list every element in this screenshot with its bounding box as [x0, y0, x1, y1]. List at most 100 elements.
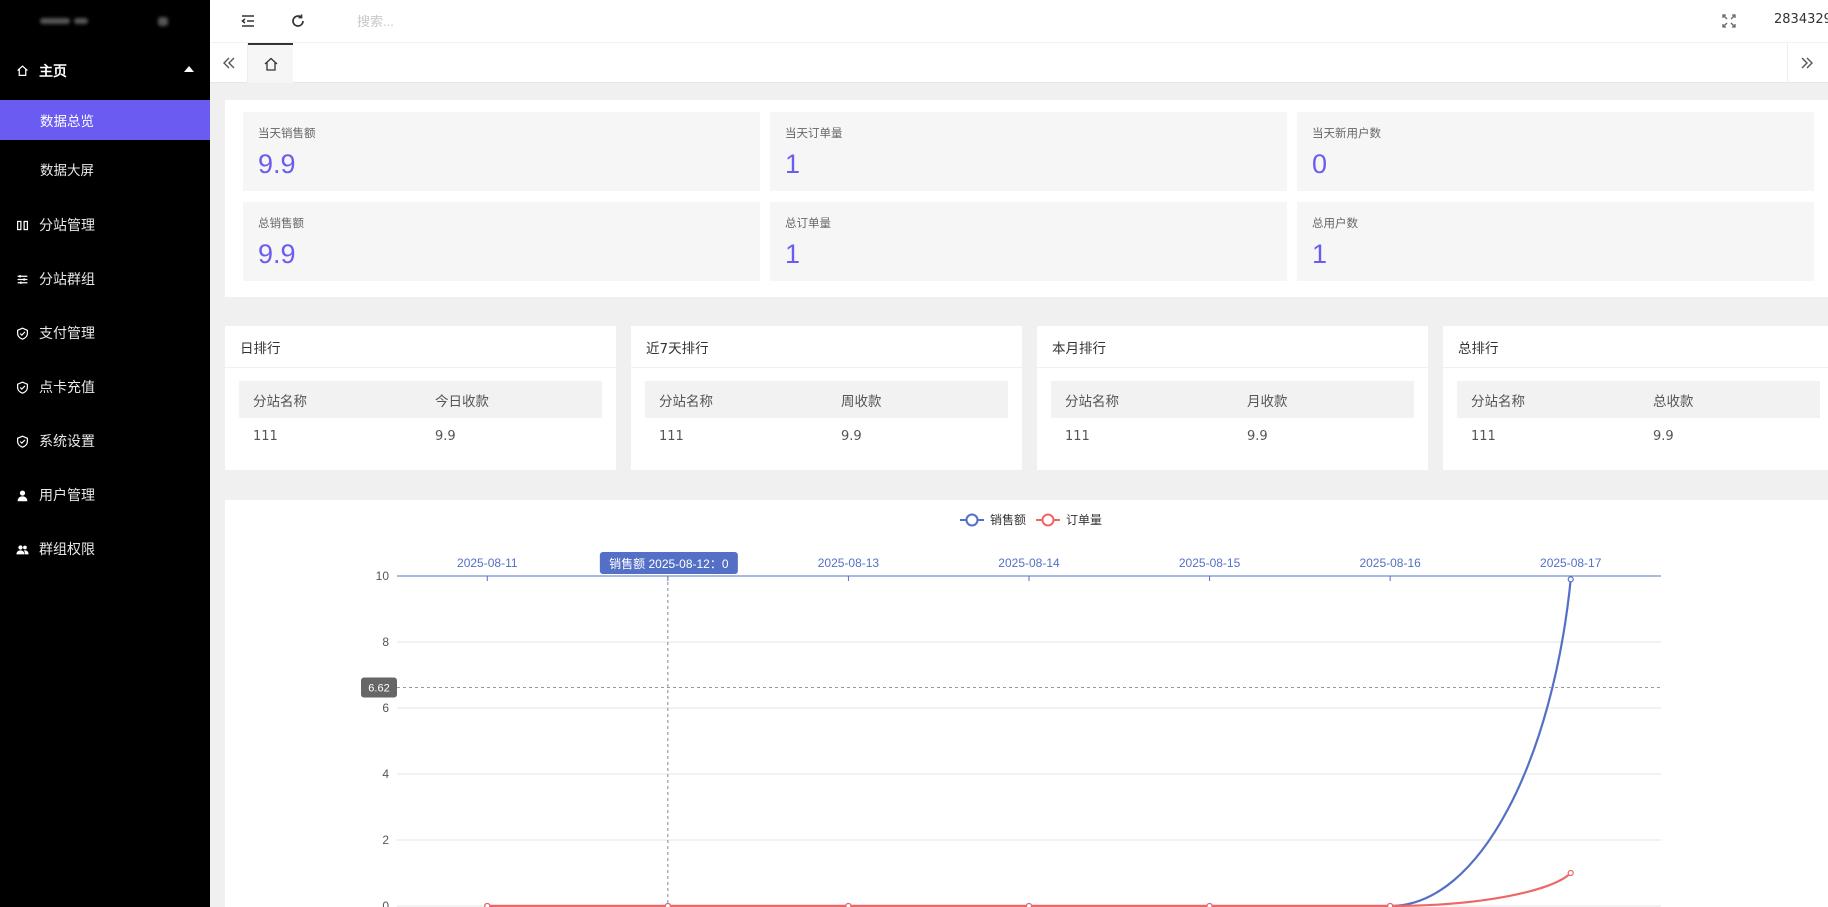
x-tick-label: 2025-08-16 [1359, 556, 1421, 570]
stat-label: 当天新用户数 [1312, 126, 1381, 140]
legend-label: 订单量 [1066, 513, 1102, 527]
stat-today-orders: 当天订单量 1 [770, 112, 1287, 191]
sidebar-subitem-label: 数据总览 [40, 114, 94, 130]
double-chevron-left-icon [222, 57, 234, 69]
ranking-title: 近7天排行 [631, 326, 1022, 368]
search-input[interactable] [357, 13, 657, 29]
sales-chart-panel: 0 2 4 6 8 10 2025-08-11 2025-08-13 2025-08-14 202… [225, 500, 1828, 907]
table-cell: 111 [253, 429, 278, 444]
refresh-icon [292, 14, 304, 27]
sidebar: 主页 数据总览 数据大屏 分站管理 分站群组 支付管理 点卡充值 系统设置 用户… [0, 0, 210, 907]
table-cell: 111 [659, 429, 684, 444]
home-icon [264, 57, 277, 71]
y-tick-label: 10 [376, 569, 390, 583]
user-account-id[interactable]: 2834329 [1774, 12, 1828, 27]
ranking-card-month: 本月排行 分站名称 月收款 111 9.9 [1037, 326, 1428, 470]
table-cell: 9.9 [1247, 429, 1268, 444]
column-header: 分站名称 [253, 393, 307, 410]
table-cell: 9.9 [841, 429, 862, 444]
shield-check-icon [15, 380, 29, 394]
table-header: 分站名称 月收款 [1051, 381, 1414, 418]
stat-value: 9.9 [258, 149, 296, 179]
caret-up-icon [184, 66, 194, 72]
sidebar-item-group-permissions[interactable]: 群组权限 [0, 522, 210, 576]
y-tick-label: 8 [382, 635, 389, 649]
stat-label: 当天销售额 [258, 126, 316, 140]
shield-check-icon [15, 434, 29, 448]
sidebar-item-user-management[interactable]: 用户管理 [0, 468, 210, 522]
legend-label: 销售额 [990, 512, 1026, 527]
user-icon [15, 488, 29, 502]
tabs-bar [210, 42, 1828, 83]
table-header: 分站名称 总收款 [1457, 381, 1820, 418]
ranking-title: 本月排行 [1037, 326, 1428, 368]
home-icon [15, 64, 29, 78]
sidebar-item-substation[interactable]: 分站管理 [0, 198, 210, 252]
table-header: 分站名称 周收款 [645, 381, 1008, 418]
sidebar-item-system-settings[interactable]: 系统设置 [0, 414, 210, 468]
x-tick-label: 2025-08-17 [1540, 556, 1602, 570]
column-header: 月收款 [1247, 393, 1288, 410]
column-header: 分站名称 [1471, 393, 1525, 410]
fullscreen-icon [1722, 14, 1736, 28]
crosshair-y-label: 6.62 [368, 683, 389, 695]
sidebar-item-label: 用户管理 [39, 488, 95, 504]
sidebar-item-label: 系统设置 [39, 434, 95, 450]
table-row: 111 9.9 [239, 418, 602, 455]
logo-text-blur [74, 18, 88, 24]
tab-home[interactable] [248, 43, 293, 83]
tabs-scroll-left-button[interactable] [210, 43, 248, 83]
table-header: 分站名称 今日收款 [239, 381, 602, 418]
ranking-title: 总排行 [1443, 326, 1828, 368]
data-point [664, 902, 671, 907]
stat-label: 总订单量 [785, 216, 831, 230]
sales-line-chart[interactable]: 0 2 4 6 8 10 2025-08-11 2025-08-13 2025-08-14 202… [225, 500, 1828, 907]
table-cell: 111 [1471, 429, 1496, 444]
column-header: 今日收款 [435, 393, 489, 410]
data-point [1567, 576, 1574, 583]
fullscreen-button[interactable] [1714, 6, 1744, 36]
series-line [487, 579, 1572, 907]
sidebar-item-home[interactable]: 主页 [0, 42, 210, 99]
stat-total-orders: 总订单量 1 [770, 202, 1287, 281]
shield-check-icon [15, 326, 29, 340]
y-tick-label: 2 [382, 833, 389, 847]
logo [0, 0, 210, 42]
sidebar-item-payment[interactable]: 支付管理 [0, 306, 210, 360]
stat-value: 1 [785, 239, 801, 269]
x-tick-label: 2025-08-11 [457, 556, 518, 570]
menu-fold-icon [241, 15, 254, 27]
table-cell: 9.9 [435, 429, 456, 444]
data-point [1387, 902, 1394, 907]
stat-today-new-users: 当天新用户数 0 [1297, 112, 1814, 191]
ranking-card-total: 总排行 分站名称 总收款 111 9.9 [1443, 326, 1828, 470]
double-chevron-right-icon [1801, 57, 1813, 69]
crosshair-x-tooltip: 销售额 2025-08-12：0 [609, 556, 729, 571]
data-point [1206, 902, 1213, 907]
stat-value: 0 [1312, 149, 1328, 179]
stat-today-sales: 当天销售额 9.9 [243, 112, 760, 191]
x-tick-label: 2025-08-14 [998, 556, 1060, 570]
data-point [484, 902, 491, 907]
x-tick-label: 2025-08-15 [1179, 556, 1241, 570]
stat-value: 1 [785, 149, 801, 179]
sidebar-item-substation-group[interactable]: 分站群组 [0, 252, 210, 306]
sidebar-subitem-data-overview[interactable]: 数据总览 [0, 100, 210, 140]
y-tick-label: 6 [382, 701, 389, 715]
table-row: 111 9.9 [1457, 418, 1820, 455]
menu-toggle-button[interactable] [233, 6, 263, 36]
stat-value: 1 [1312, 239, 1328, 269]
sidebar-item-label: 主页 [39, 63, 67, 80]
sidebar-subitem-data-screen[interactable]: 数据大屏 [0, 149, 210, 189]
sidebar-item-label: 点卡充值 [39, 380, 95, 396]
data-point [1567, 869, 1574, 877]
y-tick-label: 0 [382, 899, 389, 907]
table-row: 111 9.9 [1051, 418, 1414, 455]
stats-panel: 当天销售额 9.9 当天订单量 1 当天新用户数 0 总销售额 9.9 总订单量… [225, 100, 1828, 297]
refresh-button[interactable] [283, 6, 313, 36]
sliders-icon [15, 272, 29, 286]
table-row: 111 9.9 [645, 418, 1008, 455]
tabs-scroll-right-button[interactable] [1787, 43, 1825, 83]
sidebar-item-card-recharge[interactable]: 点卡充值 [0, 360, 210, 414]
stat-label: 当天订单量 [785, 126, 843, 140]
